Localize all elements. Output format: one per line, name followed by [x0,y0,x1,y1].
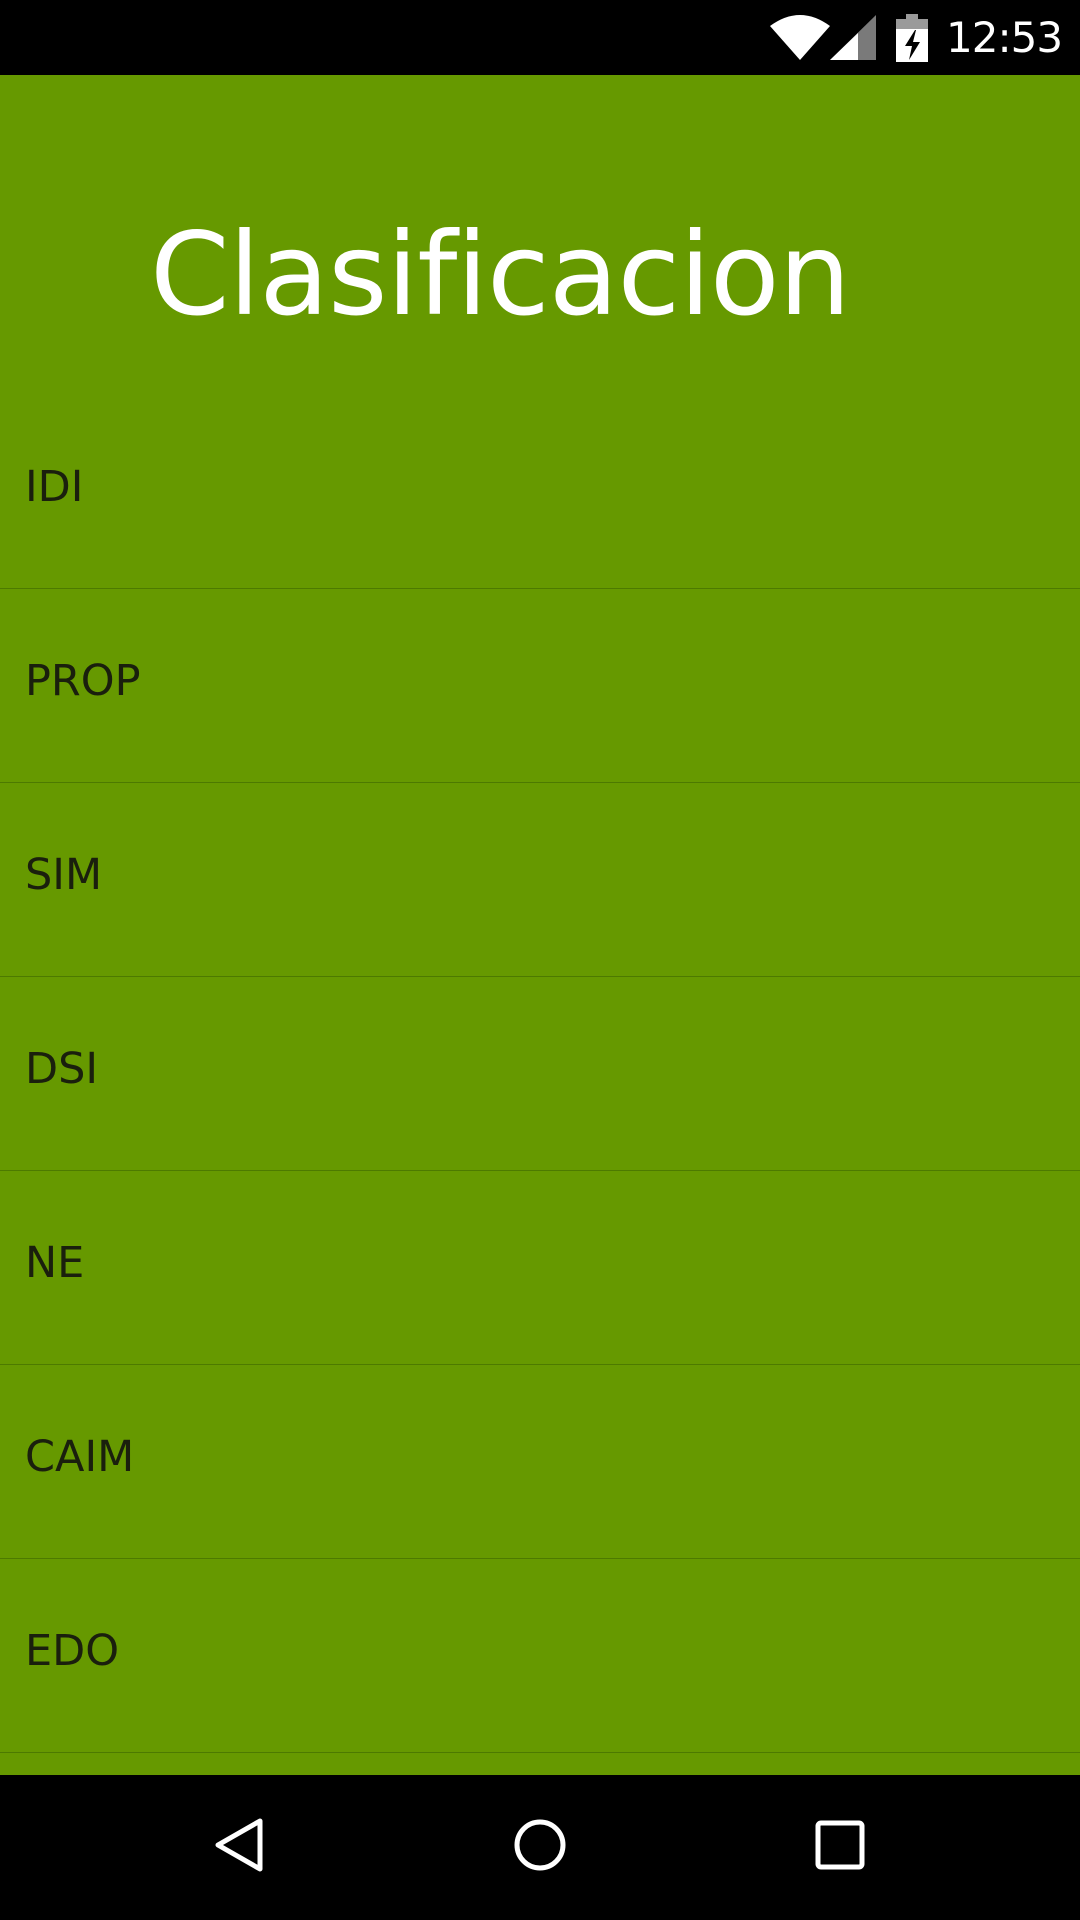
list-item-label: IDI [25,461,84,512]
list-item-sim[interactable]: SIM [0,783,1080,977]
list-item-edo[interactable]: EDO [0,1559,1080,1753]
list-item-dsi[interactable]: DSI [0,977,1080,1171]
list-item-idi[interactable]: IDI [0,395,1080,589]
back-icon [215,1818,263,1872]
back-button[interactable] [190,1795,290,1895]
screen: 12:53 Clasificacion IDI PROP SIM DSI NE … [0,0,1080,1920]
clock: 12:53 [946,13,1063,62]
list-item-caim[interactable]: CAIM [0,1365,1080,1559]
cell-signal-icon [830,15,876,60]
list-item-label: PROP [25,655,141,706]
app-content: Clasificacion IDI PROP SIM DSI NE CAIM E… [0,75,1080,1775]
page-title: Clasificacion [150,208,851,341]
classification-list: IDI PROP SIM DSI NE CAIM EDO [0,395,1080,1753]
list-item-label: EDO [25,1625,120,1676]
list-item-label: NE [25,1237,85,1288]
list-item-ne[interactable]: NE [0,1171,1080,1365]
list-item-label: CAIM [25,1431,135,1482]
recent-apps-button[interactable] [790,1795,890,1895]
wifi-icon [770,15,830,60]
battery-charging-icon [896,14,928,62]
list-item-label: SIM [25,849,103,900]
home-button[interactable] [490,1795,590,1895]
status-bar: 12:53 [0,0,1080,75]
navigation-bar [0,1775,1080,1920]
list-item-prop[interactable]: PROP [0,589,1080,783]
list-item-label: DSI [25,1043,99,1094]
recent-apps-icon [815,1820,865,1870]
home-icon [514,1819,566,1871]
